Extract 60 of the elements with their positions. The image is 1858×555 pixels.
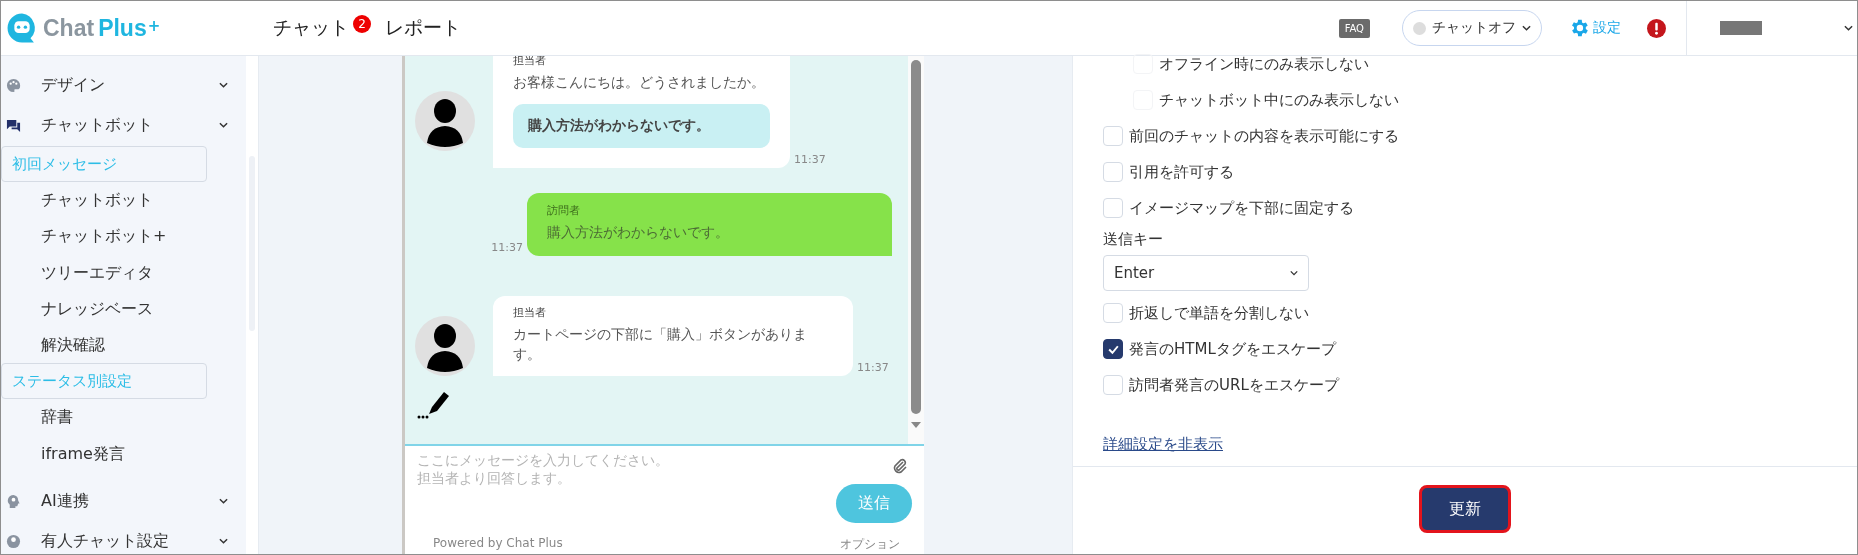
count-badge: 2 [353,15,371,33]
scrollbar-thumb[interactable] [911,60,921,414]
caret-icon[interactable] [1844,25,1853,31]
user-name-redacted [1720,21,1762,35]
sidebar-item[interactable]: チャットボット [1,182,246,219]
checkbox-option[interactable]: 折返しで単語を分割しない [1103,295,1857,331]
logo-text: Plus [98,14,147,42]
message-time: 11:37 [491,241,523,254]
sidebar-item[interactable]: 辞書 [1,399,246,436]
palette-icon [6,77,21,93]
message-text: カートページの下部に「購入」ボタンがあります。 [513,325,808,364]
sidebar-group[interactable]: チャットボット [1,108,246,142]
sidebar-group[interactable]: AI連携 [1,484,246,519]
chat-bubbles-icon [6,117,21,133]
powered-by-text: Powered by Chat Plus [433,536,563,552]
sender-name: 担当者 [513,305,547,320]
sender-name: 訪問者 [547,203,581,218]
caret-icon[interactable] [219,498,228,505]
sidebar-group[interactable]: デザイン [1,68,246,102]
head-icon [6,493,21,509]
sidebar-group[interactable]: 有人チャット設定 [1,524,246,554]
nav-link[interactable]: レポート [385,15,461,41]
status-dropdown[interactable]: チャットオフ [1402,10,1542,46]
logo-text: Chat [43,14,95,42]
person-icon [6,533,21,549]
caret-icon[interactable] [219,82,228,88]
checkbox-option[interactable]: 発言のHTMLタグをエスケープ [1103,331,1857,367]
sidebar-item[interactable]: ナレッジベース [1,290,246,328]
send-key-select[interactable]: Enter [1103,255,1309,291]
checkbox-option[interactable]: イメージマップを下部に固定する [1103,190,1857,226]
checkbox-option[interactable]: チャットボット中にのみ表示しない [1103,82,1857,118]
nav-link[interactable]: チャット [273,15,349,41]
caret-icon[interactable] [1522,25,1531,31]
sidebar-item[interactable]: iframe発言 [1,435,246,473]
avatar-icon [415,316,475,376]
sidebar-item[interactable]: 解決確認 [1,327,246,364]
message-time: 11:37 [794,153,826,166]
message-text: お客様こんにちは。どうされましたか。 [513,73,766,92]
toggle-details-link[interactable]: 詳細設定を非表示 [1103,435,1223,454]
sidebar-item[interactable]: ツリーエディタ [1,254,246,291]
update-button[interactable]: 更新 [1419,485,1511,533]
caret-icon[interactable] [219,122,228,128]
checkbox-option[interactable]: 訪問者発言のURLをエスケープ [1103,367,1857,403]
checkbox-option[interactable]: 前回のチャットの内容を表示可能にする [1103,118,1857,154]
message-time: 11:37 [857,361,889,374]
field-label: 送信キー [1103,230,1164,249]
paperclip-icon[interactable] [892,458,908,474]
avatar-icon [415,91,475,151]
logo-mark: + [147,17,161,35]
scroll-down-icon[interactable] [911,422,921,428]
sidebar-item[interactable]: チャットボット+ [1,218,246,255]
message-text: 購入方法がわからないです。 [547,223,730,242]
alert-icon[interactable] [1647,18,1666,38]
checkbox-option[interactable]: オフライン時にのみ表示しない [1103,46,1857,82]
faq-button[interactable]: FAQ [1338,18,1370,38]
caret-icon[interactable] [219,538,228,545]
options-link[interactable]: オプション [840,536,900,554]
checkbox-option[interactable]: 引用を許可する [1103,154,1857,190]
caret-icon [1290,270,1298,276]
quick-reply-button[interactable]: 購入方法がわからないです。 [513,104,770,148]
